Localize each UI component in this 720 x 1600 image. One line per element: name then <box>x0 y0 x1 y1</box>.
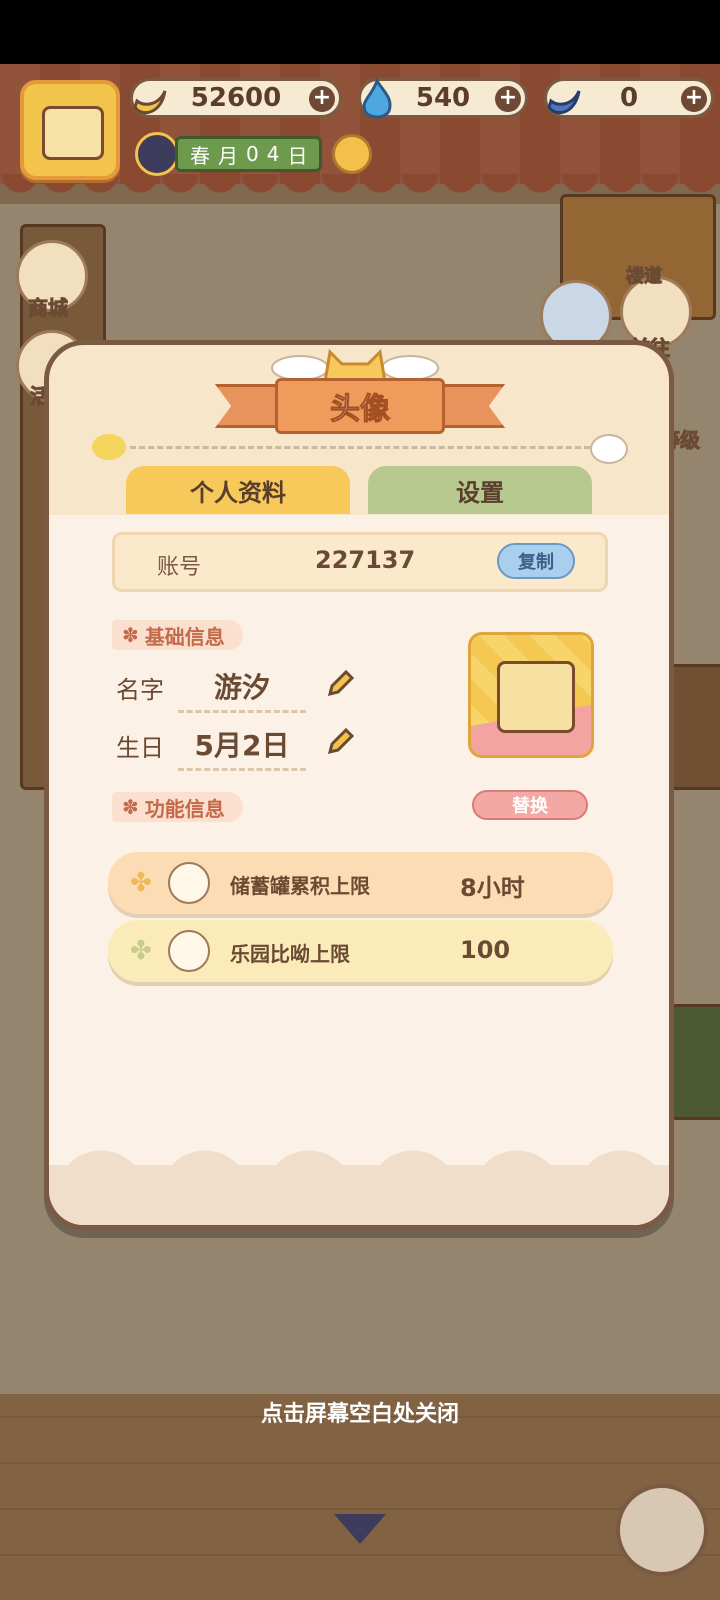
add-banana-button[interactable]: + <box>309 86 335 112</box>
clover-icon: ✽ <box>122 795 139 819</box>
copy-button-label: 复制 <box>518 552 554 573</box>
birthday-label: 生日 <box>116 734 164 762</box>
sign-label: 楼道 <box>626 266 663 288</box>
account-label: 账号 <box>157 555 202 580</box>
replace-label: 替换 <box>512 796 548 817</box>
white-bird-icon <box>590 434 628 464</box>
replace-avatar-button[interactable]: 替换 <box>472 790 588 820</box>
tab-profile[interactable]: 个人资料 <box>126 466 350 514</box>
day-digit-2: 4 <box>266 142 280 166</box>
park-animals-icon <box>168 930 210 972</box>
dashed-divider <box>130 446 590 449</box>
account-id: 227137 <box>315 546 416 574</box>
date-display: 春 月 0 4 日 <box>135 132 373 176</box>
day-digit-1: 0 <box>246 142 259 166</box>
function-info-label: 功能信息 <box>144 796 225 821</box>
yellow-bird-icon <box>92 434 126 460</box>
blue-banana-count: 0 <box>619 83 639 113</box>
info-row-park: ✤ 乐园比呦上限 100 <box>108 920 613 982</box>
sun-icon[interactable] <box>332 134 373 174</box>
banana-count: 52600 <box>190 83 282 113</box>
account-row: 账号 227137 复制 <box>112 532 608 592</box>
yarn-ball-icon[interactable] <box>616 1484 708 1576</box>
tab-settings[interactable]: 设置 <box>368 466 592 514</box>
blue-banana-icon <box>539 75 587 123</box>
clover-icon: ✤ <box>130 936 152 966</box>
name-value: 游汐 <box>178 666 306 713</box>
add-blue-banana-button[interactable]: + <box>681 86 707 112</box>
status-bar <box>0 0 720 64</box>
title-ribbon: 头像 <box>215 378 505 434</box>
info-row-value: 8小时 <box>460 874 525 902</box>
basic-info-label: 基础信息 <box>144 624 225 649</box>
edit-birthday-pencil-icon[interactable] <box>326 726 356 756</box>
flame-currency: 540 + <box>358 77 528 119</box>
blue-banana-currency: 0 + <box>544 78 714 118</box>
info-row-piggybank: ✤ 储蓄罐累积上限 8小时 <box>108 852 613 914</box>
day-label: 日 <box>287 143 308 168</box>
name-label: 名字 <box>116 676 164 704</box>
info-row-value: 100 <box>460 936 511 964</box>
down-arrow-icon[interactable] <box>334 1514 386 1544</box>
clock-icon <box>135 132 179 176</box>
function-info-section: ✽ 功能信息 <box>112 792 243 822</box>
date-pill: 春 月 0 4 日 <box>175 136 323 172</box>
dialog-bottom <box>49 1165 669 1225</box>
player-avatar-button[interactable] <box>20 80 120 180</box>
clover-icon: ✽ <box>122 623 139 647</box>
title-ribbon-center: 头像 <box>275 378 445 434</box>
tab-profile-label: 个人资料 <box>190 478 286 507</box>
add-flame-button[interactable]: + <box>495 86 521 112</box>
edit-name-pencil-icon[interactable] <box>326 668 356 698</box>
birthday-value: 5月2日 <box>178 724 306 771</box>
banana-icon <box>125 75 173 123</box>
piggy-bank-icon <box>168 862 210 904</box>
avatar-preview <box>468 632 594 758</box>
bread-avatar-icon <box>42 106 104 160</box>
bread-avatar-icon <box>497 661 575 733</box>
shop-label: 商城 <box>28 296 69 321</box>
season-label: 春 <box>190 143 210 168</box>
clover-icon: ✤ <box>130 868 152 898</box>
close-hint: 点击屏幕空白处关闭 <box>260 1402 459 1427</box>
copy-button[interactable]: 复制 <box>497 543 575 579</box>
flame-count: 540 <box>415 83 471 113</box>
blue-flame-icon <box>353 75 401 123</box>
tab-settings-label: 设置 <box>456 478 504 507</box>
info-row-name: 储蓄罐累积上限 <box>230 874 370 898</box>
dialog-title: 头像 <box>330 392 391 428</box>
basic-info-section: ✽ 基础信息 <box>112 620 243 650</box>
info-row-name: 乐园比呦上限 <box>230 942 350 966</box>
month-label: 月 <box>218 143 238 168</box>
banana-currency: 52600 + <box>130 78 342 118</box>
